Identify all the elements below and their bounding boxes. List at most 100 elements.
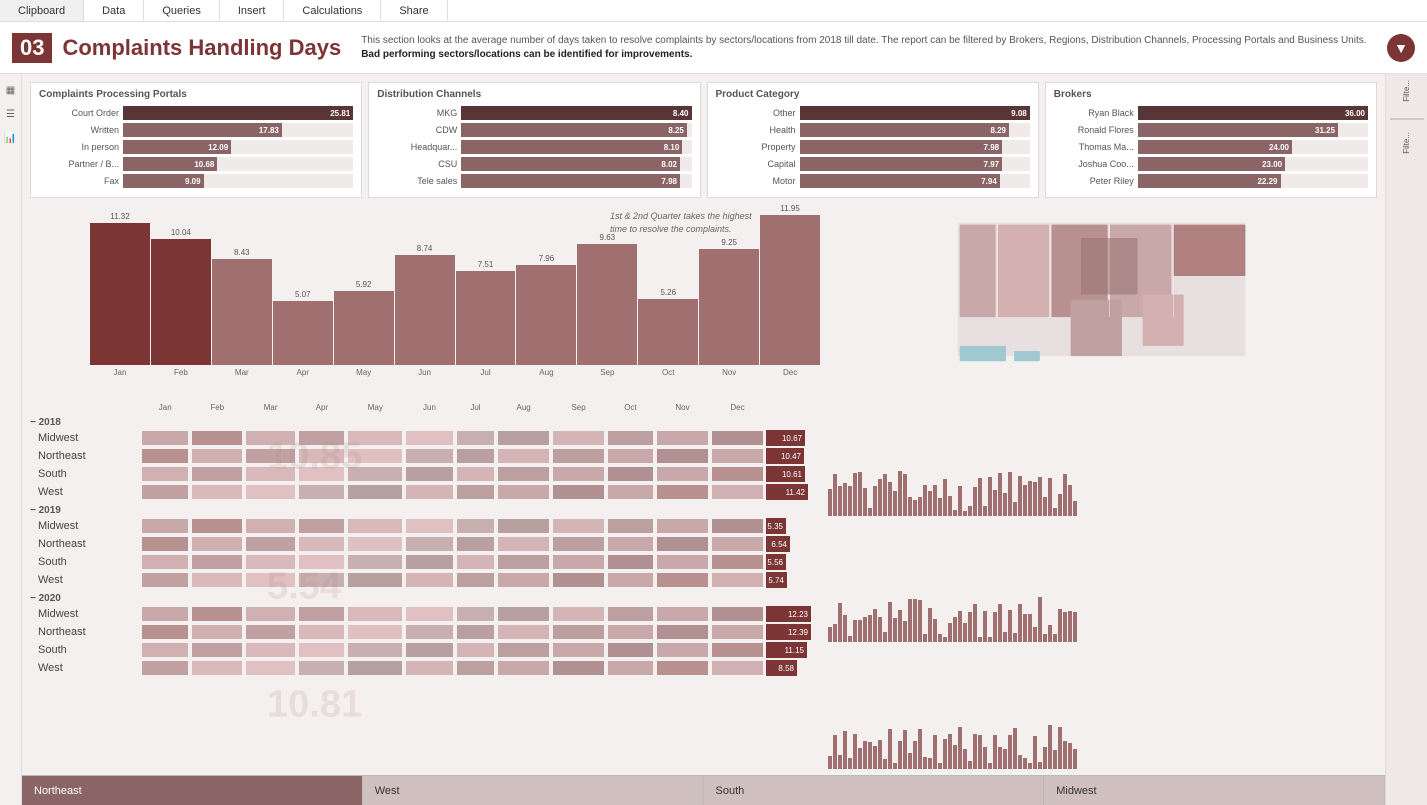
mini-bar: [908, 753, 912, 769]
mini-bar: [988, 477, 992, 516]
mini-bar: [1033, 736, 1037, 769]
mini-bar: [943, 637, 947, 642]
mini-bar: [933, 619, 937, 642]
mini-bar: [1013, 633, 1017, 642]
bar-label: Feb: [151, 368, 211, 377]
bar-column: 7.51: [456, 260, 516, 365]
mini-bar: [873, 746, 877, 769]
mini-bar: [1048, 478, 1052, 516]
mini-bar: [1053, 634, 1057, 642]
mini-bar: [948, 623, 952, 642]
mini-bar: [968, 612, 972, 642]
mini-bar: [858, 748, 862, 769]
bar-column: 8.43: [212, 248, 272, 365]
mini-bar: [1073, 501, 1077, 516]
bar-label: Oct: [638, 368, 698, 377]
bar-label: May: [334, 368, 394, 377]
metric-bar-row: Health 8.29: [716, 123, 1030, 137]
mini-bar: [973, 734, 977, 769]
year-row: − 2018: [30, 413, 820, 429]
mini-bar: [873, 486, 877, 516]
report-title: Complaints Handling Days: [62, 35, 341, 61]
metric-card: Product Category Other 9.08 Health 8.29 …: [707, 82, 1039, 198]
menu-queries[interactable]: Queries: [144, 0, 220, 21]
metric-bar-row: Capital 7.97: [716, 157, 1030, 171]
metric-bar-row: Fax 9.09: [39, 174, 353, 188]
mini-bar: [923, 634, 927, 642]
watermark: 10.81: [267, 683, 362, 726]
menu-bar: Clipboard Data Queries Insert Calculatio…: [0, 0, 1427, 22]
mini-bar: [888, 602, 892, 642]
menu-share[interactable]: Share: [381, 0, 447, 21]
mini-bar: [978, 637, 982, 642]
metric-bar-row: Partner / B... 10.68: [39, 157, 353, 171]
heatmap-row: West 8.58: [30, 659, 820, 677]
mini-bar: [878, 479, 882, 516]
menu-calculations[interactable]: Calculations: [284, 0, 381, 21]
menu-insert[interactable]: Insert: [220, 0, 285, 21]
mini-bar: [868, 742, 872, 769]
mini-charts-container: [826, 390, 1377, 771]
bar-label: Sep: [577, 368, 637, 377]
mini-bar: [873, 609, 877, 642]
mini-bar: [968, 761, 972, 769]
mini-bar: [993, 735, 997, 769]
mini-bar: [913, 500, 917, 516]
left-charts: 11.32 10.04 8.43 5.07 5.92 8.74 7.51 7.9…: [30, 202, 820, 771]
mini-bar: [1003, 632, 1007, 642]
bar-column: 10.04: [151, 228, 211, 365]
mini-bar: [1043, 747, 1047, 769]
mini-bar: [1063, 612, 1067, 642]
mini-bar: [1038, 477, 1042, 516]
mini-bar: [828, 756, 832, 769]
sidebar-icon-chart[interactable]: 📊: [3, 130, 19, 146]
mini-bar: [903, 730, 907, 769]
mini-bar: [953, 510, 957, 516]
bottom-region-northeast[interactable]: Northeast: [22, 776, 363, 805]
mini-bar: [833, 735, 837, 769]
mini-bar: [993, 490, 997, 516]
mini-bar: [883, 632, 887, 642]
description-bold: Bad performing sectors/locations can be …: [361, 49, 692, 60]
mini-bar: [1043, 634, 1047, 642]
mini-bar: [1058, 727, 1062, 769]
mini-bar: [943, 739, 947, 769]
metric-bar-row: Joshua Coo... 23.00: [1054, 157, 1368, 171]
metric-bar-row: Written 17.83: [39, 123, 353, 137]
filter-button[interactable]: ▼: [1387, 34, 1415, 62]
sidebar-icon-grid[interactable]: ▦: [3, 82, 19, 98]
bar-column: 9.25: [699, 238, 759, 365]
mini-bar: [998, 604, 1002, 642]
mini-bar: [828, 627, 832, 642]
mini-bar: [1038, 762, 1042, 769]
mini-bar: [848, 758, 852, 769]
mini-bar: [898, 610, 902, 642]
mini-bar: [903, 474, 907, 516]
mini-bar: [1023, 758, 1027, 769]
monthly-bar-chart: 11.32 10.04 8.43 5.07 5.92 8.74 7.51 7.9…: [30, 202, 820, 402]
mini-bar: [958, 486, 962, 516]
year-row: − 2019: [30, 501, 820, 517]
heatmap-row: South 5.56: [30, 553, 820, 571]
menu-data[interactable]: Data: [84, 0, 144, 21]
mini-bar: [833, 624, 837, 642]
mini-bar: [1048, 725, 1052, 769]
mini-bar: [853, 620, 857, 642]
menu-clipboard[interactable]: Clipboard: [0, 0, 84, 21]
mini-bar: [983, 506, 987, 516]
main-content: Complaints Processing Portals Court Orde…: [22, 74, 1385, 805]
mini-bar: [953, 617, 957, 642]
mini-bar: [908, 497, 912, 516]
mini-bar: [1003, 749, 1007, 769]
bottom-region-west[interactable]: West: [363, 776, 704, 805]
bottom-region-south[interactable]: South: [704, 776, 1045, 805]
bottom-region-midwest[interactable]: Midwest: [1044, 776, 1385, 805]
heatmap-section: JanFebMarAprMayJunJulAugSepOctNovDec − 2…: [30, 402, 820, 771]
metric-card: Complaints Processing Portals Court Orde…: [30, 82, 362, 198]
sidebar-icon-list[interactable]: ☰: [3, 106, 19, 122]
mini-bar: [1008, 472, 1012, 516]
mini-bar: [1008, 735, 1012, 769]
year-row: − 2020: [30, 589, 820, 605]
metric-bar-row: Ryan Black 36.00: [1054, 106, 1368, 120]
mini-bar: [968, 506, 972, 516]
